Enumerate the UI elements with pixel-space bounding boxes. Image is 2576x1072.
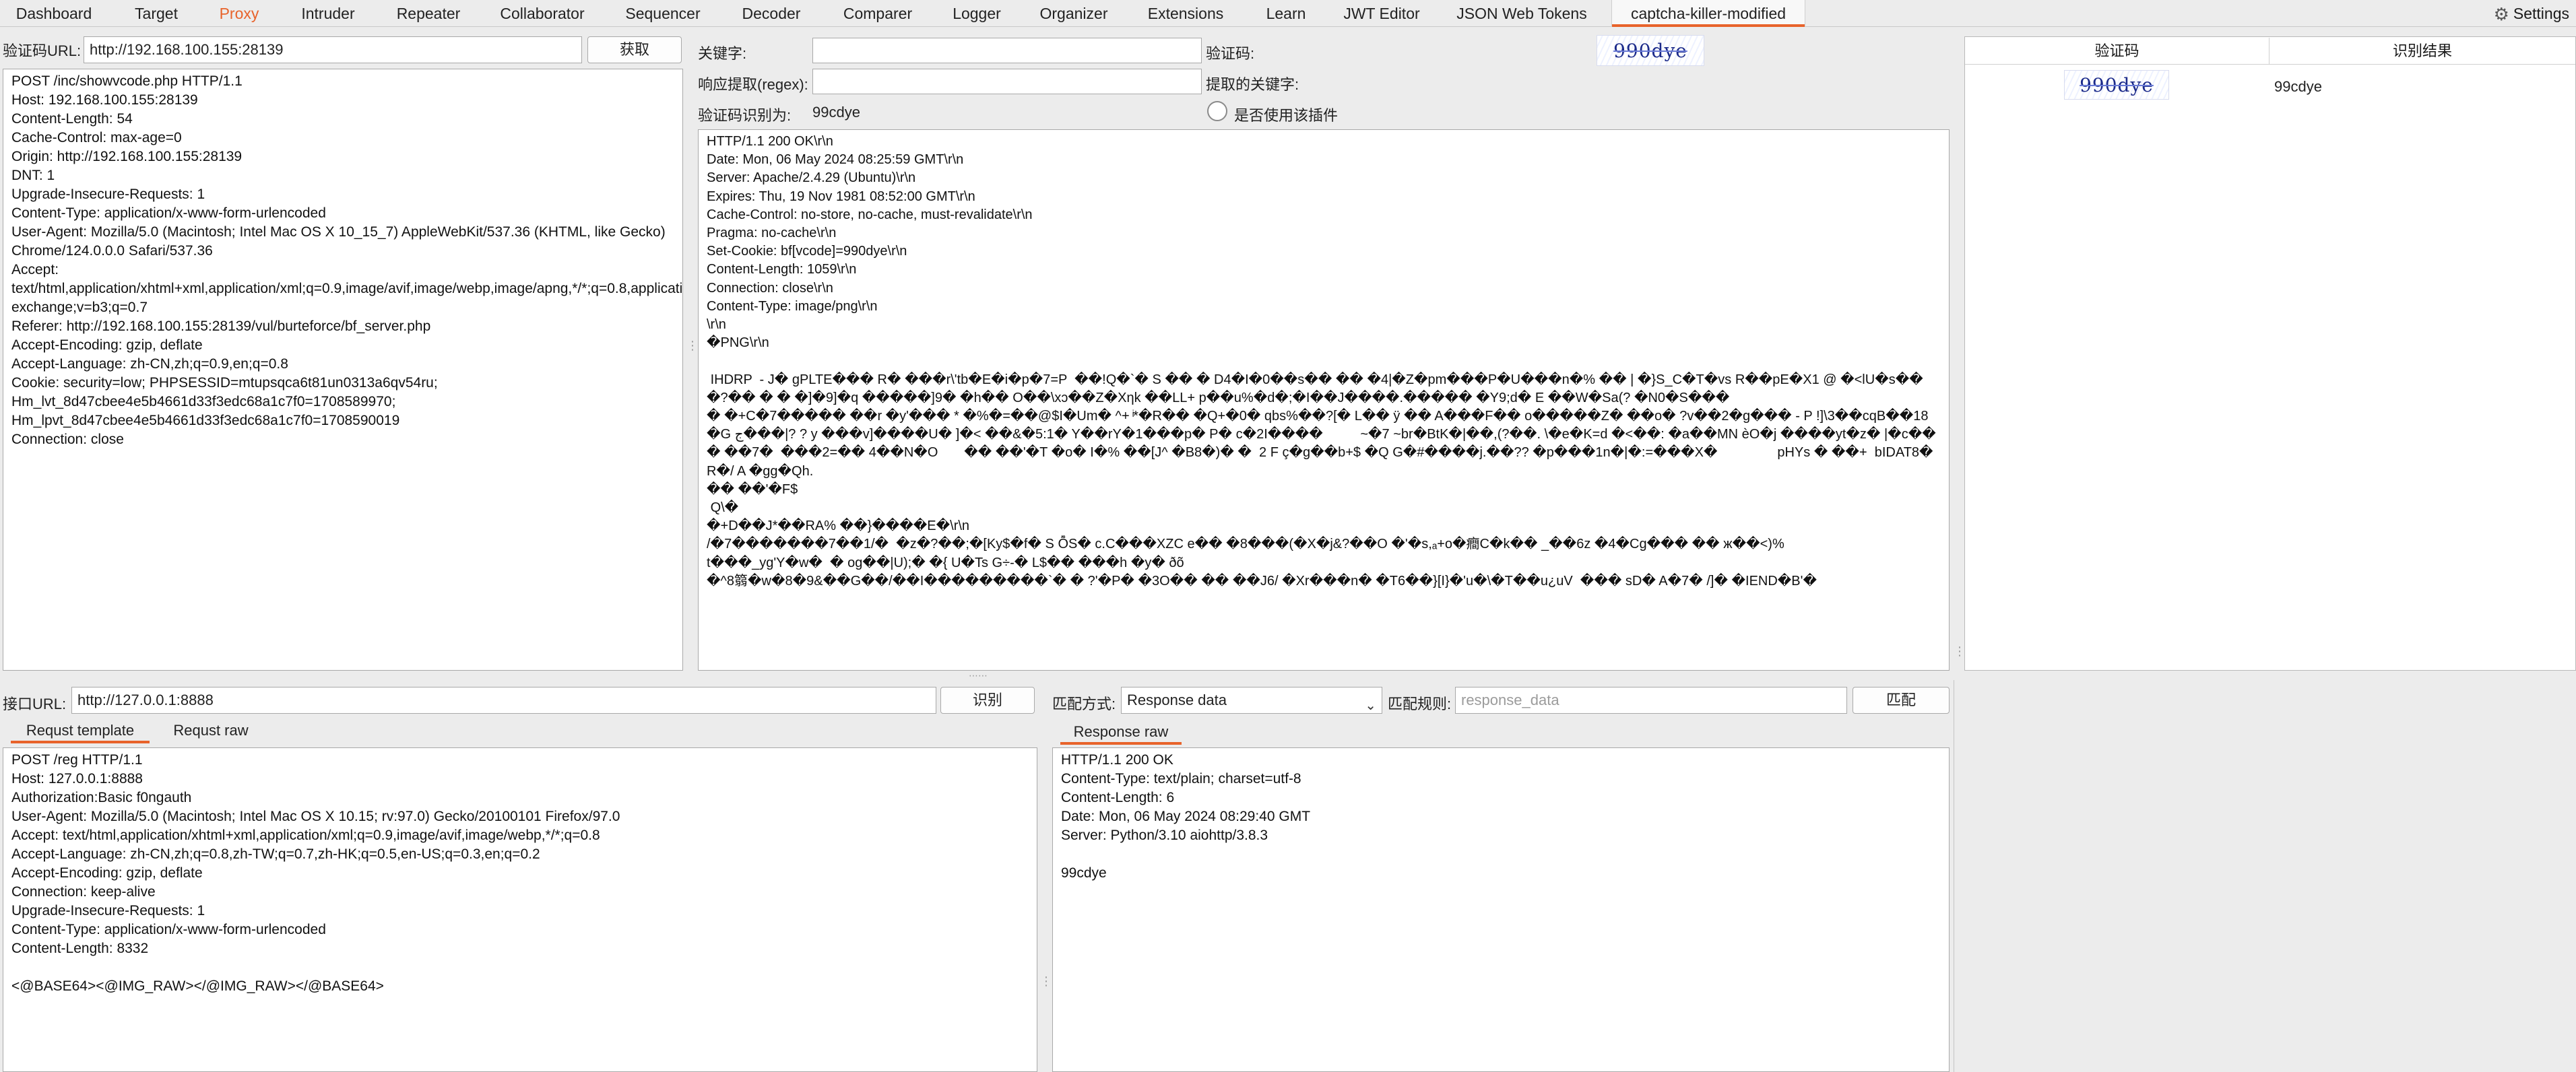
fetch-button[interactable]: 获取 xyxy=(587,36,682,63)
api-request-template-editor[interactable]: POST /reg HTTP/1.1 Host: 127.0.0.1:8888 … xyxy=(3,747,1037,1072)
regex-input[interactable] xyxy=(812,69,1202,94)
extracted-keyword-label: 提取的关键字: xyxy=(1206,76,1299,93)
match-mode-value: Response data xyxy=(1127,692,1227,708)
tab-learn[interactable]: Learn xyxy=(1257,0,1315,27)
tab-logger[interactable]: Logger xyxy=(944,0,1009,27)
tab-decoder[interactable]: Decoder xyxy=(734,0,808,27)
tab-repeater[interactable]: Repeater xyxy=(388,0,469,27)
recognize-button[interactable]: 识别 xyxy=(940,687,1035,714)
tab-request-template[interactable]: Requst template xyxy=(11,718,150,743)
tab-proxy[interactable]: Proxy xyxy=(205,0,273,27)
recognized-label: 验证码识别为: xyxy=(698,107,792,124)
captcha-request-editor[interactable]: POST /inc/showvcode.php HTTP/1.1 Host: 1… xyxy=(3,69,683,671)
split-handle-bottom[interactable]: ⋮ xyxy=(1040,975,1052,987)
api-url-label: 接口URL: xyxy=(3,696,67,712)
split-handle-left[interactable]: ⋮ xyxy=(686,339,699,351)
split-handle-horizontal[interactable]: ⋯⋯ xyxy=(969,671,988,680)
settings-button[interactable]: ⚙ Settings xyxy=(2494,0,2569,27)
tab-sequencer[interactable]: Sequencer xyxy=(617,0,709,27)
keyword-input[interactable] xyxy=(812,38,1202,63)
result-table xyxy=(1964,36,2576,671)
tab-json-web-tokens[interactable]: JSON Web Tokens xyxy=(1452,0,1591,27)
captcha-url-label: 验证码URL: xyxy=(3,42,82,59)
use-plugin-radio[interactable] xyxy=(1207,101,1227,121)
tab-dashboard[interactable]: Dashboard xyxy=(0,0,108,27)
main-tab-bar: Dashboard Target Proxy Intruder Repeater… xyxy=(0,0,2576,27)
col-header-result[interactable]: 识别结果 xyxy=(2269,38,2575,65)
tab-organizer[interactable]: Organizer xyxy=(1035,0,1113,27)
tab-captcha-killer-modified[interactable]: captcha-killer-modified xyxy=(1611,0,1805,27)
captcha-response-viewer[interactable]: HTTP/1.1 200 OK\r\n Date: Mon, 06 May 20… xyxy=(698,129,1950,671)
gear-icon: ⚙ xyxy=(2493,4,2509,24)
regex-label: 响应提取(regex): xyxy=(698,76,808,93)
match-response-viewer[interactable]: HTTP/1.1 200 OK Content-Type: text/plain… xyxy=(1052,747,1950,1072)
tab-comparer[interactable]: Comparer xyxy=(835,0,920,27)
match-mode-select[interactable]: Response data ⌄ xyxy=(1121,687,1382,714)
tab-request-raw[interactable]: Requst raw xyxy=(160,718,261,743)
result-row-value[interactable]: 99cdye xyxy=(2274,78,2322,96)
tab-target[interactable]: Target xyxy=(116,0,197,27)
captcha-image: 990dye xyxy=(1597,35,1704,66)
api-url-input[interactable]: http://127.0.0.1:8888 xyxy=(71,687,936,714)
match-mode-label: 匹配方式: xyxy=(1052,696,1116,712)
settings-label: Settings xyxy=(2513,5,2569,22)
result-row-captcha-image[interactable]: 990dye xyxy=(2064,70,2169,100)
tab-jwt-editor[interactable]: JWT Editor xyxy=(1338,0,1425,27)
tab-collaborator[interactable]: Collaborator xyxy=(492,0,593,27)
match-rule-label: 匹配规则: xyxy=(1388,696,1452,712)
use-plugin-label: 是否使用该插件 xyxy=(1234,107,1339,124)
match-button[interactable]: 匹配 xyxy=(1853,687,1950,714)
tab-extensions[interactable]: Extensions xyxy=(1140,0,1231,27)
captcha-label: 验证码: xyxy=(1206,45,1255,62)
chevron-down-icon: ⌄ xyxy=(1365,698,1376,713)
keyword-label: 关键字: xyxy=(698,45,747,62)
tab-response-raw[interactable]: Response raw xyxy=(1060,719,1182,745)
captcha-url-input[interactable]: http://192.168.100.155:28139 xyxy=(84,36,582,63)
recognized-value: 99cdye xyxy=(812,104,860,121)
col-header-captcha[interactable]: 验证码 xyxy=(1965,38,2269,65)
tab-intruder[interactable]: Intruder xyxy=(290,0,366,27)
match-rule-input[interactable]: response_data xyxy=(1455,687,1847,714)
